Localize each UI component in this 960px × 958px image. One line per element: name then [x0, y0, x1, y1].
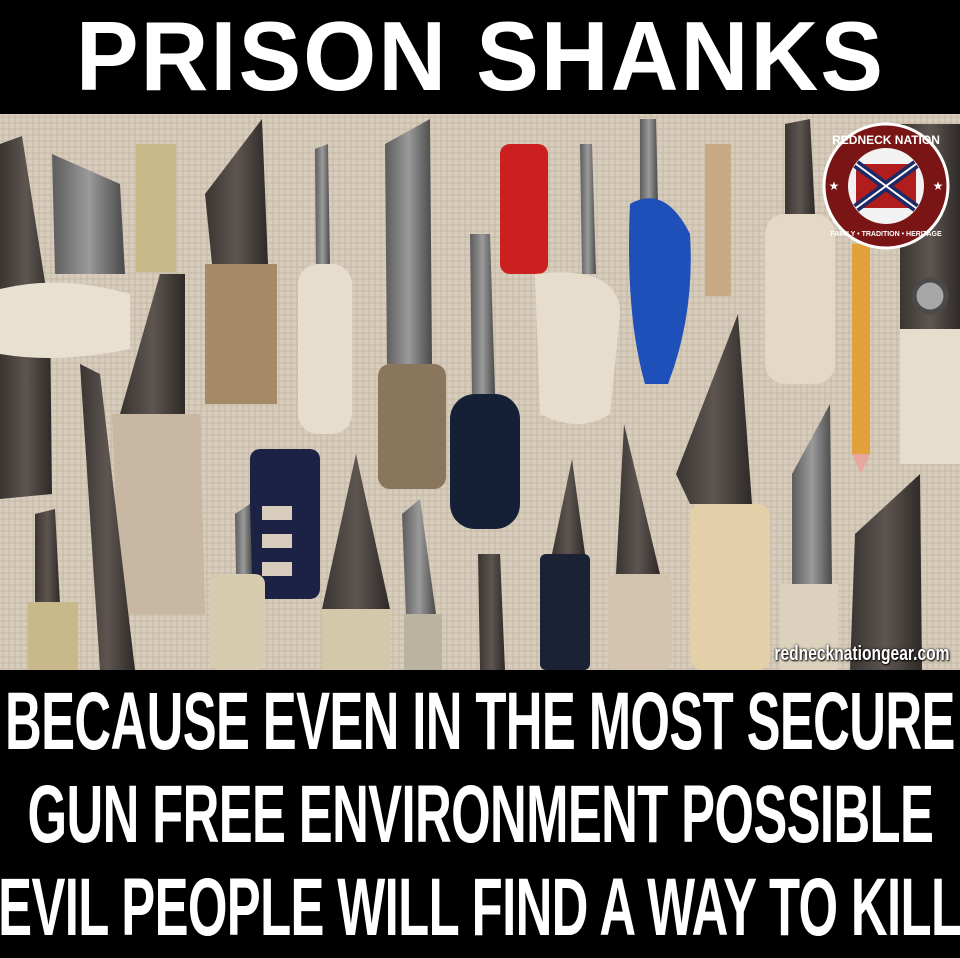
headline-bar: PRISON SHANKS [0, 0, 960, 112]
watermark-url: rednecknationgear.com [774, 643, 950, 665]
caption-line-2: GUN FREE ENVIRONMENT POSSIBLE [27, 769, 933, 860]
caption-block: BECAUSE EVEN IN THE MOST SECURE GUN FREE… [0, 676, 960, 958]
caption-line-1: BECAUSE EVEN IN THE MOST SECURE [5, 676, 955, 767]
meme-frame: PRISON SHANKS REDNECK NATION FAMILY • TR… [0, 0, 960, 958]
badge-bottom-text: FAMILY • TRADITION • HERITAGE [830, 231, 942, 238]
headline-text: PRISON SHANKS [75, 1, 885, 111]
badge-top-text: REDNECK NATION [832, 133, 940, 147]
caption-line-3: EVIL PEOPLE WILL FIND A WAY TO KILL [0, 862, 960, 953]
shanks-illustration [0, 114, 960, 670]
badge-star-left-icon: ★ [829, 179, 840, 193]
badge-star-right-icon: ★ [933, 179, 944, 193]
redneck-nation-badge: REDNECK NATION FAMILY • TRADITION • HERI… [822, 122, 950, 250]
shanks-photo [0, 114, 960, 670]
